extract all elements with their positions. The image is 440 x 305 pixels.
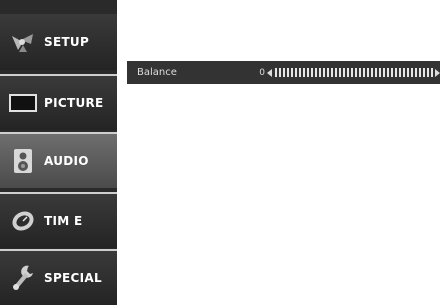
menu-item-label: SETUP [44, 35, 90, 49]
menu-item-time[interactable]: TIM E [0, 192, 117, 248]
menu-item-special[interactable]: SPECIAL [0, 249, 117, 305]
arrow-right-icon[interactable] [435, 68, 440, 77]
balance-setting-row[interactable]: Balance 0 [127, 61, 440, 84]
menu-item-setup[interactable]: SETUP [0, 14, 117, 70]
clock-icon [8, 206, 38, 236]
slider-track[interactable] [275, 68, 433, 77]
menu-item-label: AUDIO [44, 154, 89, 168]
menu-item-audio[interactable]: AUDIO [0, 132, 117, 188]
setting-label: Balance [137, 67, 177, 78]
arrow-left-icon[interactable] [267, 68, 272, 77]
satellite-dish-icon [8, 27, 38, 57]
menu-item-label: PICTURE [44, 96, 104, 110]
menu-sidebar: SETUP PICTURE AUDIO TIM E SPECIAL [0, 0, 117, 305]
balance-slider[interactable] [267, 67, 440, 79]
screen-icon [8, 88, 38, 118]
menu-item-label: SPECIAL [44, 271, 102, 285]
wrench-icon [8, 263, 38, 293]
menu-item-label: TIM E [44, 214, 83, 228]
balance-value: 0 [259, 67, 265, 78]
menu-item-picture[interactable]: PICTURE [0, 74, 117, 130]
speaker-icon [8, 146, 38, 176]
